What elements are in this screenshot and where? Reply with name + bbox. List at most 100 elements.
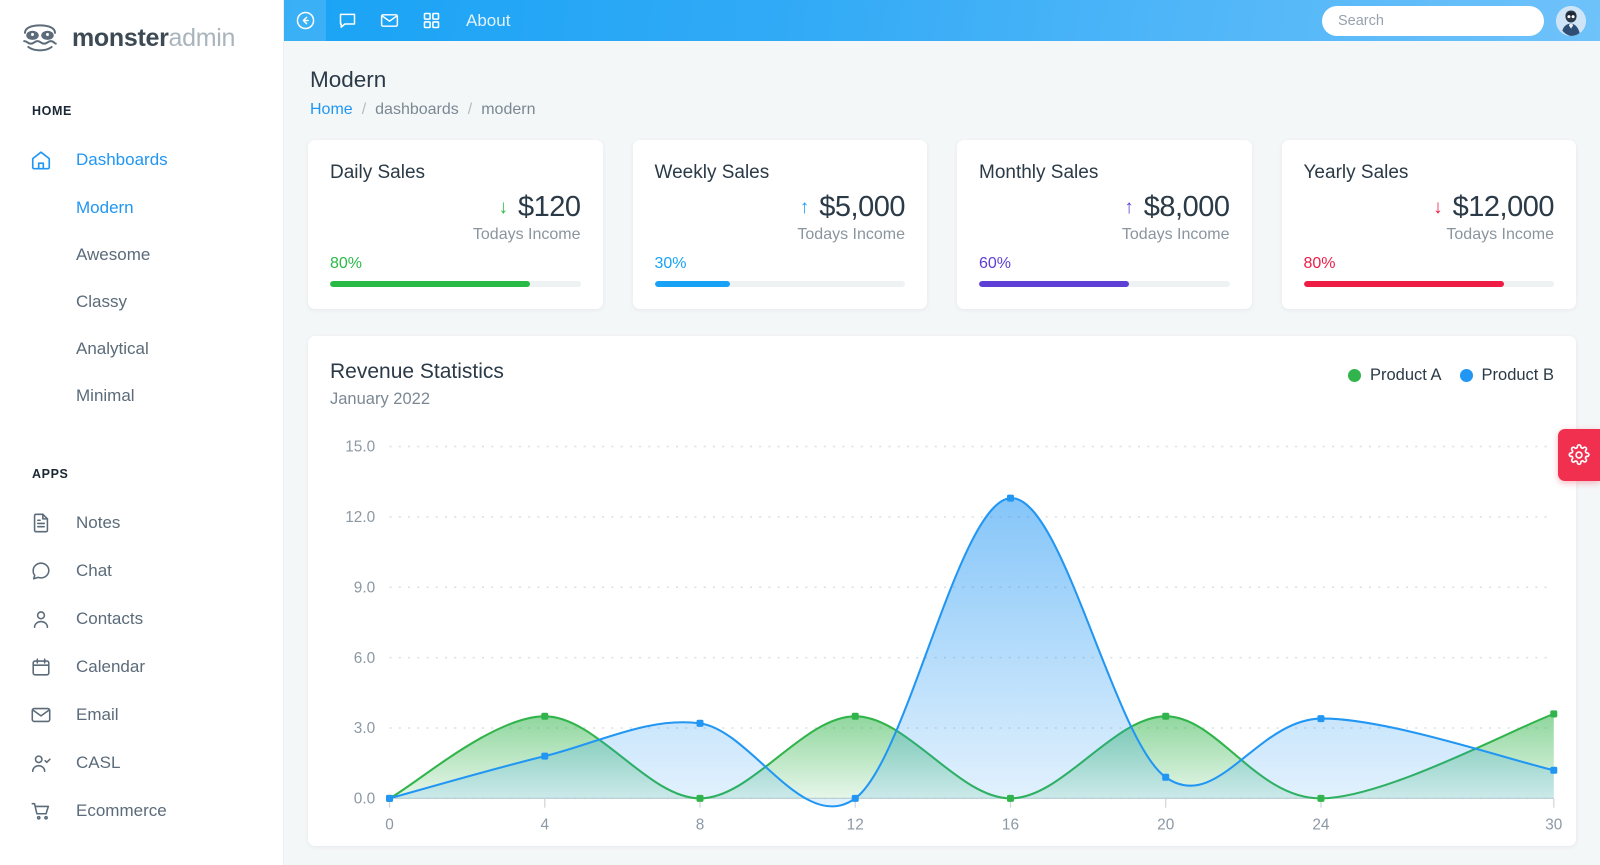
mail-button[interactable] xyxy=(368,0,410,41)
sidebar-item-notes[interactable]: Notes xyxy=(0,499,283,547)
legend-item-product-a[interactable]: Product A xyxy=(1347,366,1442,385)
sidebar-section-apps: APPS xyxy=(32,467,69,481)
panel-header: Revenue Statistics January 2022 Product … xyxy=(330,360,1554,409)
user-avatar-icon xyxy=(1556,5,1586,36)
sidebar-item-dashboards[interactable]: Dashboards xyxy=(0,136,283,184)
back-circle-button[interactable] xyxy=(284,0,326,41)
sidebar-item-contacts[interactable]: Contacts xyxy=(0,595,283,643)
svg-text:20: 20 xyxy=(1157,816,1174,833)
avatar[interactable] xyxy=(1556,5,1586,36)
sidebar-subitem-minimal[interactable]: Minimal xyxy=(0,372,283,419)
app-root: monsteradmin HOME Dashboards Modern Awes… xyxy=(0,0,1600,865)
apps-grid-button[interactable] xyxy=(410,0,452,41)
card-title: Weekly Sales xyxy=(654,162,770,183)
sidebar-item-label: Dashboards xyxy=(76,150,168,169)
card-title: Daily Sales xyxy=(330,162,426,183)
panel-title: Revenue Statistics xyxy=(330,360,504,383)
home-icon xyxy=(31,151,51,170)
grid-apps-icon xyxy=(423,12,439,29)
sidebar-item-label: Contacts xyxy=(76,609,144,628)
progress-track xyxy=(1303,281,1554,287)
brand-name-light: admin xyxy=(168,23,236,52)
breadcrumb: Home / dashboards / modern xyxy=(310,101,1576,119)
card-percent-label: 30% xyxy=(654,255,687,272)
gear-icon xyxy=(1568,444,1590,466)
card-percent-label: 60% xyxy=(979,255,1012,272)
legend-swatch-icon xyxy=(1459,369,1473,382)
notes-icon xyxy=(33,513,49,533)
legend-label: Product B xyxy=(1481,366,1554,384)
main-area: About Modern Home / dashboards xyxy=(284,0,1600,865)
card-title: Yearly Sales xyxy=(1303,162,1409,183)
svg-text:12: 12 xyxy=(847,816,864,833)
breadcrumb-home[interactable]: Home xyxy=(310,101,353,119)
breadcrumb-dashboards[interactable]: dashboards xyxy=(375,101,459,119)
trend-up-icon: ↑ xyxy=(1124,197,1134,218)
settings-fab-button[interactable] xyxy=(1558,429,1600,481)
sidebar-item-label: Notes xyxy=(76,513,121,532)
chart-legend: Product A Product B xyxy=(1347,360,1554,385)
sidebar-item-email[interactable]: Email xyxy=(0,691,283,739)
brand-logo-area[interactable]: monsteradmin xyxy=(0,0,283,62)
progress-fill xyxy=(1303,281,1504,287)
sidebar-section-home: HOME xyxy=(32,104,72,118)
card-value: $5,000 xyxy=(819,191,905,223)
email-icon xyxy=(31,707,51,723)
sidebar-item-casl[interactable]: CASL xyxy=(0,739,283,787)
sidebar-subitem-awesome[interactable]: Awesome xyxy=(0,231,283,278)
card-value: $12,000 xyxy=(1452,191,1555,223)
card-title: Monthly Sales xyxy=(979,162,1099,183)
monster-face-logo-icon xyxy=(20,22,60,54)
card-value: $8,000 xyxy=(1143,191,1230,223)
sidebar-item-calendar[interactable]: Calendar xyxy=(0,643,283,691)
breadcrumb-separator: / xyxy=(361,101,367,118)
svg-text:30: 30 xyxy=(1545,816,1562,833)
progress-track xyxy=(330,281,581,287)
panel-subtitle: January 2022 xyxy=(330,390,430,408)
page-title: Modern xyxy=(310,67,387,92)
chat-bubble-icon xyxy=(339,13,355,28)
revenue-statistics-panel: Revenue Statistics January 2022 Product … xyxy=(308,336,1576,846)
chat-icon xyxy=(32,562,50,580)
cart-icon xyxy=(31,802,50,820)
svg-text:8: 8 xyxy=(696,816,705,833)
legend-swatch-icon xyxy=(1347,369,1361,382)
chart-canvas: 0.0 3.0 6.0 9.0 12.0 15.0 0 4 8 12 16 20 24 30 xyxy=(345,439,1562,834)
stat-card-weekly-sales[interactable]: Weekly Sales ↑ $5,000 Todays Income 30% xyxy=(632,140,927,309)
card-amount-row: ↑ $5,000 xyxy=(655,191,906,224)
trend-down-icon: ↓ xyxy=(498,197,508,218)
card-percent-label: 80% xyxy=(330,255,363,272)
svg-text:12.0: 12.0 xyxy=(345,509,375,526)
stat-card-yearly-sales[interactable]: Yearly Sales ↓ $12,000 Todays Income 80% xyxy=(1281,140,1576,309)
sidebar-item-ecommerce[interactable]: Ecommerce xyxy=(0,787,283,835)
svg-text:4: 4 xyxy=(540,816,549,833)
svg-text:15.0: 15.0 xyxy=(345,439,375,456)
stat-card-monthly-sales[interactable]: Monthly Sales ↑ $8,000 Todays Income 60% xyxy=(957,140,1252,309)
search-input[interactable] xyxy=(1322,5,1544,36)
svg-text:6.0: 6.0 xyxy=(354,650,375,667)
user-check-icon xyxy=(31,755,51,773)
calendar-icon xyxy=(32,658,50,676)
progress-fill xyxy=(330,281,531,287)
sidebar-subitem-classy[interactable]: Classy xyxy=(0,278,283,325)
stat-card-daily-sales[interactable]: Daily Sales ↓ $120 Todays Income 80% xyxy=(308,140,603,309)
sidebar-item-label: Ecommerce xyxy=(76,801,167,820)
legend-item-product-b[interactable]: Product B xyxy=(1459,366,1554,385)
trend-down-icon: ↓ xyxy=(1433,197,1443,218)
back-circle-icon xyxy=(296,11,314,30)
svg-text:3.0: 3.0 xyxy=(354,720,375,737)
sidebar-subitem-modern[interactable]: Modern xyxy=(0,184,283,231)
panel-titles: Revenue Statistics January 2022 xyxy=(330,360,504,409)
sidebar: monsteradmin HOME Dashboards Modern Awes… xyxy=(0,0,284,865)
progress-fill xyxy=(979,281,1130,287)
about-link[interactable]: About xyxy=(466,11,510,31)
card-amount-row: ↑ $8,000 xyxy=(979,191,1230,224)
svg-text:0: 0 xyxy=(385,816,394,833)
card-subtitle: Todays Income xyxy=(472,226,581,243)
sidebar-subitem-analytical[interactable]: Analytical xyxy=(0,325,283,372)
sidebar-item-label: Chat xyxy=(76,561,112,580)
chat-button[interactable] xyxy=(326,0,368,41)
revenue-area-chart[interactable]: 0.0 3.0 6.0 9.0 12.0 15.0 0 4 8 12 16 20 24 30 xyxy=(330,432,1562,846)
legend-label: Product A xyxy=(1369,366,1442,384)
sidebar-item-chat[interactable]: Chat xyxy=(0,547,283,595)
